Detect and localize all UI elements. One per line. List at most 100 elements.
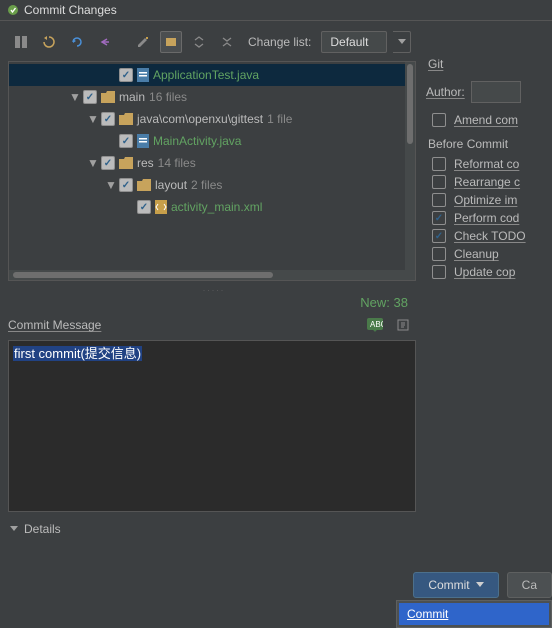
bottom-button-bar: Commit Ca	[0, 572, 552, 598]
folder-icon	[137, 179, 151, 191]
file-checkbox[interactable]: ✓	[101, 112, 115, 126]
change-list-label: Change list:	[248, 35, 311, 49]
commit-message-input[interactable]: first commit(提交信息)	[8, 340, 416, 512]
chevron-down-icon	[10, 526, 18, 532]
chevron-down-icon	[476, 582, 484, 588]
before-commit-option: Update cop	[432, 265, 552, 279]
refresh-icon[interactable]	[66, 31, 88, 53]
option-checkbox[interactable]	[432, 247, 446, 261]
file-checkbox[interactable]: ✓	[119, 68, 133, 82]
before-commit-option: Rearrange c	[432, 175, 552, 189]
java-file-icon	[137, 134, 149, 148]
file-checkbox[interactable]: ✓	[101, 156, 115, 170]
cancel-button[interactable]: Ca	[507, 572, 552, 598]
file-checkbox[interactable]: ✓	[119, 134, 133, 148]
option-checkbox[interactable]	[432, 175, 446, 189]
option-checkbox[interactable]: ✓	[432, 211, 446, 225]
chevron-down-icon[interactable]: ▼	[69, 90, 79, 104]
change-list-caret[interactable]	[393, 31, 411, 53]
option-label: Perform cod	[454, 211, 519, 225]
file-name: res	[137, 156, 154, 170]
before-commit-option: ✓ Perform cod	[432, 211, 552, 225]
option-label: Rearrange c	[454, 175, 520, 189]
new-count-label: New: 38	[8, 295, 420, 310]
edit-icon[interactable]	[132, 31, 154, 53]
tree-row[interactable]: ✓ activity_main.xml	[9, 196, 415, 218]
file-count: 14 files	[158, 156, 196, 170]
amend-checkbox[interactable]	[432, 113, 446, 127]
before-commit-option: Cleanup	[432, 247, 552, 261]
tree-row[interactable]: ▼ ✓ main 16 files	[9, 86, 415, 108]
revert-icon[interactable]	[38, 31, 60, 53]
amend-label: Amend com	[454, 113, 518, 127]
option-label: Reformat co	[454, 157, 519, 171]
toolbar: Change list: Default	[8, 27, 420, 61]
xml-file-icon	[155, 200, 167, 214]
commit-message-label: Commit Message	[8, 318, 101, 332]
commit-message-text: first commit(提交信息)	[13, 346, 142, 361]
author-label: Author:	[426, 85, 465, 99]
file-name: main	[119, 90, 145, 104]
chevron-down-icon[interactable]: ▼	[87, 112, 97, 126]
details-label: Details	[24, 522, 61, 536]
before-commit-title: Before Commit	[428, 137, 552, 151]
tree-scrollbar-vertical[interactable]	[405, 62, 415, 270]
spellcheck-icon[interactable]: ABC	[364, 314, 386, 336]
commit-button-label: Commit	[428, 578, 469, 592]
expand-all-icon[interactable]	[188, 31, 210, 53]
file-name: ApplicationTest.java	[153, 68, 259, 82]
commit-dropdown-menu: Commit	[396, 600, 552, 628]
option-label: Optimize im	[454, 193, 517, 207]
file-checkbox[interactable]: ✓	[119, 178, 133, 192]
collapse-all-icon[interactable]	[216, 31, 238, 53]
before-commit-option: Optimize im	[432, 193, 552, 207]
commit-button[interactable]: Commit	[413, 572, 498, 598]
tree-row[interactable]: ▼ ✓ res 14 files	[9, 152, 415, 174]
app-icon	[6, 3, 20, 17]
show-diff-icon[interactable]	[10, 31, 32, 53]
group-by-dir-icon[interactable]	[160, 31, 182, 53]
chevron-down-icon[interactable]: ▼	[105, 178, 115, 192]
file-count: 16 files	[149, 90, 187, 104]
before-commit-option: ✓ Check TODO	[432, 229, 552, 243]
option-checkbox[interactable]	[432, 193, 446, 207]
tree-row[interactable]: ▼ ✓ layout 2 files	[9, 174, 415, 196]
undo-icon[interactable]	[94, 31, 116, 53]
file-tree: ✓ ApplicationTest.java ▼ ✓ main 16 files ▼ ✓ ja…	[8, 61, 416, 281]
before-commit-option: Reformat co	[432, 157, 552, 171]
file-checkbox[interactable]: ✓	[83, 90, 97, 104]
history-icon[interactable]	[392, 314, 414, 336]
option-checkbox[interactable]	[432, 157, 446, 171]
option-label: Check TODO	[454, 229, 526, 243]
folder-icon	[119, 157, 133, 169]
file-name: layout	[155, 178, 187, 192]
commit-dropdown-item[interactable]: Commit	[399, 603, 549, 625]
vcs-label: Git	[428, 57, 552, 71]
tree-row[interactable]: ▼ ✓ java\com\openxu\gittest 1 file	[9, 108, 415, 130]
splitter-grip[interactable]: .....	[8, 281, 420, 295]
author-input[interactable]	[471, 81, 521, 103]
java-file-icon	[137, 68, 149, 82]
window-title: Commit Changes	[24, 3, 117, 17]
tree-scrollbar-horizontal[interactable]	[9, 270, 415, 280]
option-label: Cleanup	[454, 247, 499, 261]
svg-text:ABC: ABC	[370, 320, 383, 329]
option-label: Update cop	[454, 265, 515, 279]
tree-row[interactable]: ✓ ApplicationTest.java	[9, 64, 415, 86]
titlebar: Commit Changes	[0, 0, 552, 21]
chevron-down-icon[interactable]: ▼	[87, 156, 97, 170]
file-count: 1 file	[267, 112, 292, 126]
file-name: activity_main.xml	[171, 200, 262, 214]
option-checkbox[interactable]: ✓	[432, 229, 446, 243]
file-name: java\com\openxu\gittest	[137, 112, 263, 126]
folder-icon	[101, 91, 115, 103]
option-checkbox[interactable]	[432, 265, 446, 279]
details-toggle[interactable]: Details	[8, 512, 420, 536]
change-list-select[interactable]: Default	[321, 31, 387, 53]
file-checkbox[interactable]: ✓	[137, 200, 151, 214]
commit-dropdown-item-label: Commit	[407, 607, 448, 621]
folder-icon	[119, 113, 133, 125]
tree-row[interactable]: ✓ MainActivity.java	[9, 130, 415, 152]
file-count: 2 files	[191, 178, 222, 192]
file-name: MainActivity.java	[153, 134, 241, 148]
